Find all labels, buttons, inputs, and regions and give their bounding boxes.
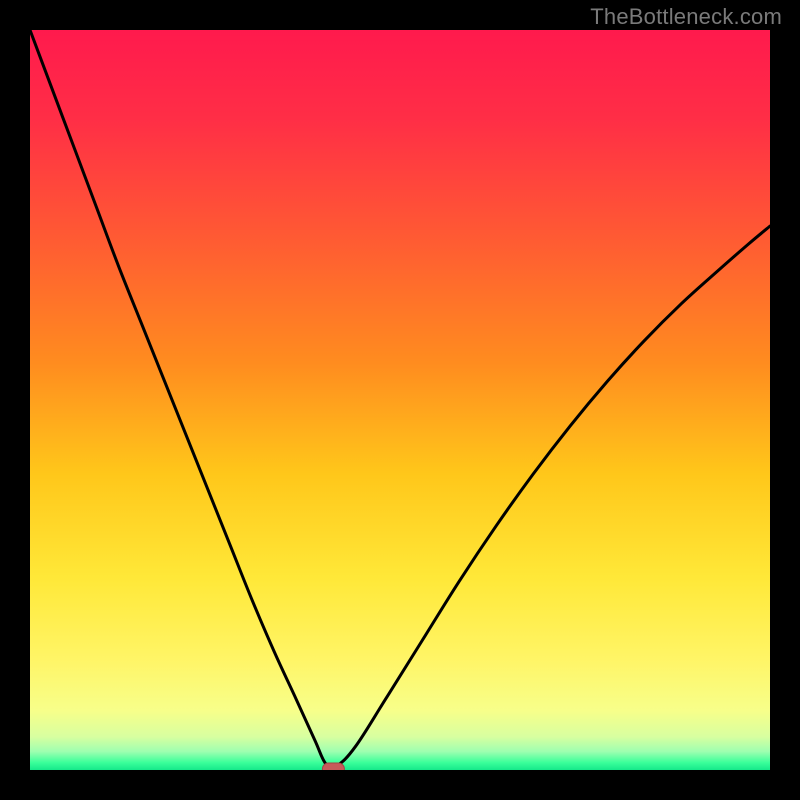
watermark-text: TheBottleneck.com <box>590 4 782 30</box>
optimum-marker <box>322 763 344 775</box>
chart-frame: TheBottleneck.com <box>0 0 800 800</box>
bottleneck-chart <box>0 0 800 800</box>
gradient-background <box>30 30 770 770</box>
